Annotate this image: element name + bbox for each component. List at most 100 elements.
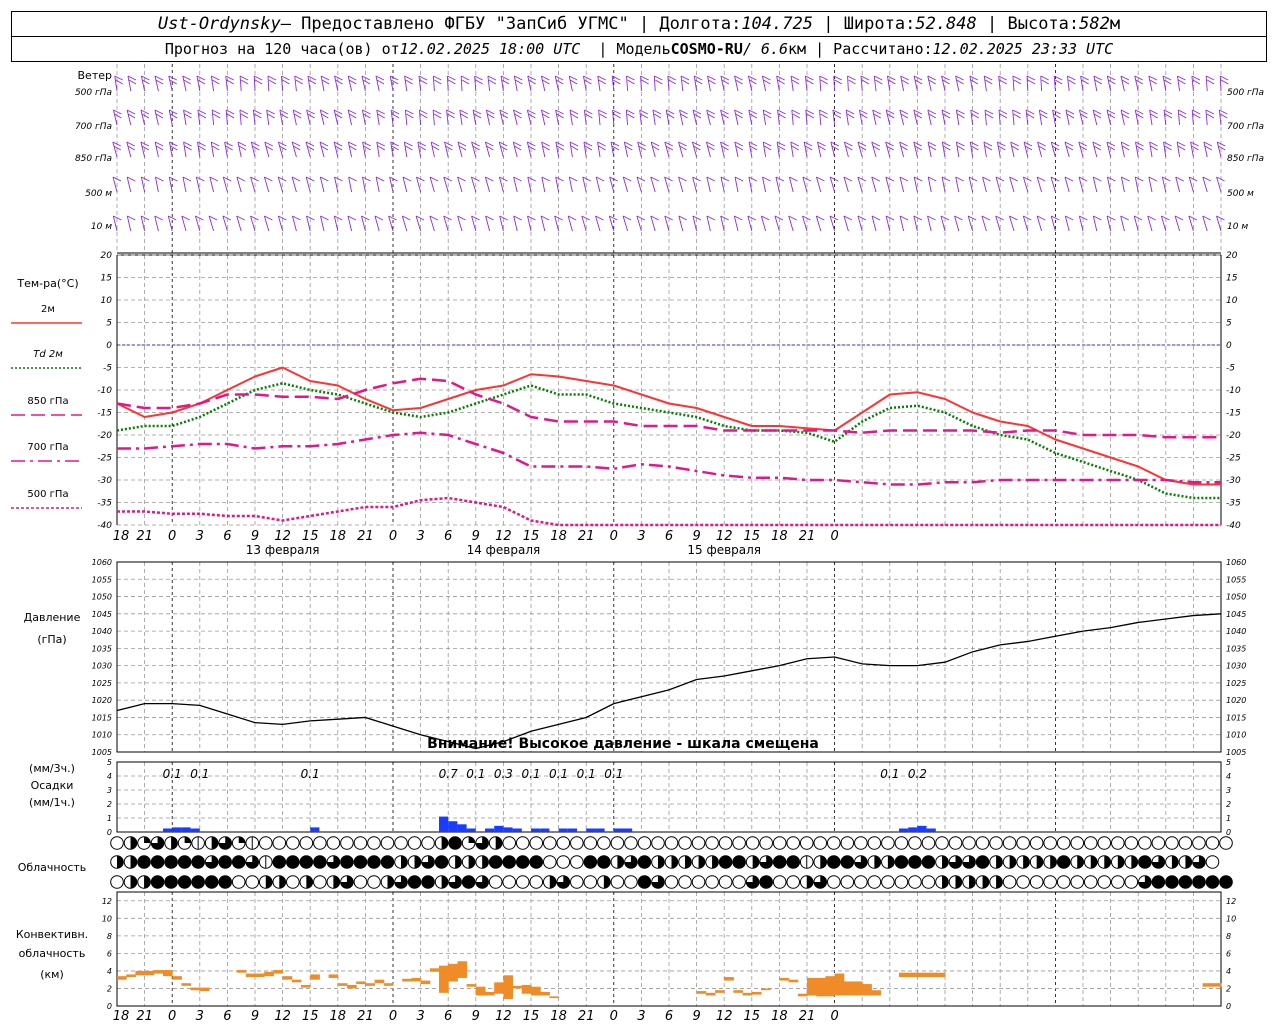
wind-barb: [347, 75, 353, 92]
cloud-cover-symbol: [678, 836, 692, 850]
cloud-cover-symbol: [218, 875, 232, 889]
wind-barb-flag: [1136, 145, 1144, 151]
conv-cloud-bar: [1211, 983, 1222, 987]
temp-legend-label: 700 гПа: [27, 442, 68, 453]
wind-barb-flag: [776, 141, 786, 147]
wind-barb-flag: [405, 79, 413, 85]
temp-hour-label: 3: [637, 529, 645, 544]
cloud-cover-symbol: [542, 855, 557, 869]
wind-barb: [446, 109, 449, 126]
conv-ytick-left: 10: [102, 914, 112, 923]
wind-barb-flag: [459, 109, 469, 115]
wind-barb-flag: [1136, 113, 1144, 119]
cloud-cover-symbol: [461, 875, 476, 889]
wind-barb: [900, 75, 905, 92]
cloud-cover-symbol: [488, 855, 503, 869]
wind-barb: [568, 176, 573, 193]
conv-hour-label: 3: [637, 1009, 645, 1024]
cloud-cover-symbol: [488, 836, 503, 850]
wind-barb-flag: [473, 113, 482, 119]
cloud-cover-symbol: [488, 875, 503, 889]
cloud-cover-symbol: [258, 855, 273, 869]
cloud-half-fill: [955, 875, 962, 889]
cloud-circle: [204, 875, 219, 889]
wind-barb: [432, 75, 435, 92]
precip-3h-total: 0.1: [604, 767, 623, 781]
cloud-cover-symbol: [556, 836, 571, 850]
wind-barb-flag: [764, 145, 772, 151]
cloud-circle: [651, 836, 665, 850]
wind-barb: [225, 109, 228, 126]
wind-barb: [209, 176, 215, 193]
wind-barb: [540, 75, 546, 92]
wind-barb: [279, 109, 284, 126]
wind-barb: [292, 215, 297, 232]
wind-barb-flag: [1177, 145, 1186, 151]
conv-hour-label: 0: [389, 1009, 397, 1024]
cloud-circle: [313, 855, 327, 869]
cloud-circle: [894, 836, 909, 850]
conv-hour-label: 3: [416, 1009, 424, 1024]
wind-level-label-left: 500 гПа: [75, 88, 112, 98]
conv-cloud-bar: [843, 981, 854, 996]
cloud-cover-symbol: [164, 875, 178, 889]
conv-hour-label: 12: [716, 1009, 733, 1024]
precip-ytick-right: 3: [1226, 786, 1231, 795]
cloud-cover-symbol: [394, 855, 408, 869]
wind-barb-flag: [569, 176, 578, 182]
cloud-half-fill: [333, 875, 340, 889]
cloud-cover-symbol: [137, 836, 151, 850]
wind-barb-flag: [861, 79, 870, 85]
wind-barb-flag: [377, 113, 386, 119]
cloud-cover-symbol: [908, 855, 922, 869]
cloud-circle: [1178, 836, 1193, 850]
cloud-cover-symbol: [799, 855, 814, 869]
wind-barb: [347, 215, 353, 232]
wind-barb-flag: [1179, 113, 1187, 119]
cloud-circle: [624, 875, 638, 889]
cloud-cover-symbol: [1124, 855, 1139, 869]
conv-ytick-left: 0: [107, 1002, 112, 1011]
cloud-cover-symbol: [718, 855, 733, 869]
wind-barb-flag: [1040, 113, 1048, 119]
wind-barb-flag: [362, 176, 371, 182]
cloud-cover-symbol: [948, 836, 963, 850]
wind-barb: [389, 176, 394, 193]
wind-barb-flag: [514, 75, 523, 81]
cloud-cover-symbol: [286, 836, 300, 850]
wind-barb-flag: [569, 75, 578, 81]
cloud-cover-symbol: [840, 855, 855, 869]
cloud-circle: [583, 855, 598, 869]
wind-barb: [639, 109, 642, 126]
wind-barb-flag: [956, 141, 965, 147]
cloud-circle: [299, 855, 314, 869]
wind-barb-flag: [970, 141, 979, 147]
wind-barb: [195, 176, 201, 193]
cloud-cover-symbol: [610, 875, 625, 889]
cloud-cover-symbol: [1016, 855, 1030, 869]
cloud-circle: [921, 836, 936, 850]
cloud-circle: [1043, 875, 1057, 889]
temp-ytick-left: -25: [97, 454, 112, 464]
cloud-cover-symbol: [353, 875, 368, 889]
wind-barb: [432, 109, 435, 126]
cloud-cover-symbol: [1043, 855, 1057, 869]
precip-bar: [494, 825, 504, 832]
wind-barb-flag: [280, 113, 289, 119]
wind-barb: [1078, 109, 1084, 126]
precip-bar: [503, 827, 513, 832]
wind-barb: [444, 141, 449, 158]
cloud-circle: [1151, 875, 1166, 889]
cloud-cover-symbol: [759, 855, 773, 869]
cloud-cover-symbol: [326, 855, 341, 869]
wind-barb-flag: [419, 79, 428, 85]
cloud-cover-symbol: [1016, 836, 1030, 850]
wind-barb: [292, 109, 297, 126]
wind-barb: [305, 176, 311, 193]
wind-barb: [637, 141, 642, 158]
cloud-cover-symbol: [461, 836, 476, 850]
wind-barb: [183, 109, 187, 126]
cloud-circle: [854, 836, 868, 850]
cloud-circle: [840, 855, 855, 869]
temp-hour-label: 21: [799, 529, 816, 544]
